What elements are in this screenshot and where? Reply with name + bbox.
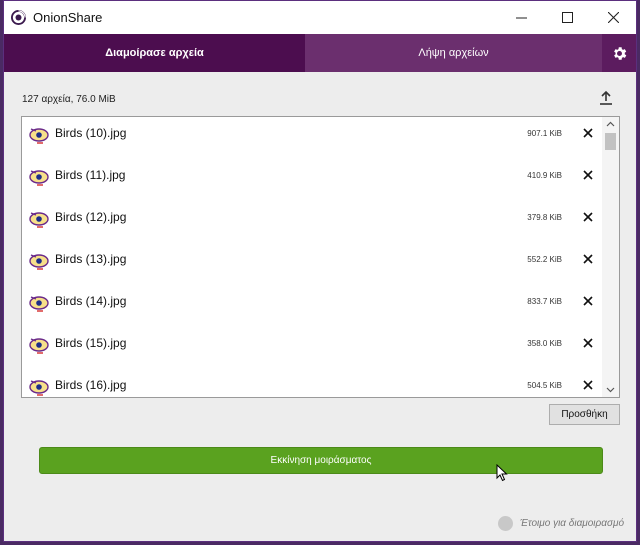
file-row[interactable]: Birds (15).jpg 358.0 KiB: [22, 327, 602, 369]
file-name: Birds (10).jpg: [55, 126, 127, 140]
gear-icon: [613, 46, 626, 60]
file-size: 907.1 KiB: [527, 129, 562, 138]
file-name: Birds (11).jpg: [55, 168, 126, 182]
close-icon[interactable]: [581, 252, 595, 266]
image-file-icon: [29, 338, 49, 354]
minimize-button[interactable]: [498, 1, 544, 34]
close-icon[interactable]: [581, 378, 595, 392]
image-file-icon: [29, 128, 49, 144]
file-row[interactable]: Birds (12).jpg 379.8 KiB: [22, 201, 602, 243]
start-sharing-button[interactable]: Εκκίνηση μοιράσματος: [39, 447, 603, 474]
file-name: Birds (16).jpg: [55, 378, 127, 392]
scroll-up-button[interactable]: [602, 117, 619, 131]
maximize-icon: [561, 12, 573, 23]
file-list[interactable]: Birds (10).jpg 907.1 KiB Birds (11).jpg …: [21, 116, 620, 398]
file-name: Birds (13).jpg: [55, 252, 127, 266]
minimize-icon: [515, 17, 527, 19]
mode-tab-bar: Διαμοίρασε αρχεία Λήψη αρχείων: [4, 34, 636, 72]
file-name: Birds (14).jpg: [55, 294, 127, 308]
image-file-icon: [29, 380, 49, 396]
image-file-icon: [29, 212, 49, 228]
mouse-cursor-icon: [496, 464, 508, 482]
image-file-icon: [29, 170, 49, 186]
status-indicator: [498, 516, 513, 531]
settings-button[interactable]: [602, 34, 636, 72]
tab-share-files[interactable]: Διαμοίρασε αρχεία: [4, 34, 305, 72]
file-row[interactable]: Birds (16).jpg 504.5 KiB: [22, 369, 602, 397]
upload-icon[interactable]: [598, 90, 614, 106]
file-name: Birds (15).jpg: [55, 336, 127, 350]
file-row[interactable]: Birds (11).jpg 410.9 KiB: [22, 159, 602, 201]
close-icon[interactable]: [581, 126, 595, 140]
close-icon[interactable]: [581, 168, 595, 182]
image-file-icon: [29, 296, 49, 312]
file-row[interactable]: Birds (13).jpg 552.2 KiB: [22, 243, 602, 285]
chevron-down-icon: [606, 387, 615, 393]
file-size: 552.2 KiB: [527, 255, 562, 264]
close-icon[interactable]: [581, 336, 595, 350]
file-size: 379.8 KiB: [527, 213, 562, 222]
file-size: 504.5 KiB: [527, 381, 562, 390]
close-icon: [607, 12, 619, 23]
scroll-thumb[interactable]: [605, 133, 616, 150]
close-icon[interactable]: [581, 294, 595, 308]
maximize-button[interactable]: [544, 1, 590, 34]
app-window: OnionShare Διαμοίρασε αρχεία Λήψη αρχείω…: [3, 0, 637, 542]
close-window-button[interactable]: [590, 1, 636, 34]
status-text: Έτοιμο για διαμοιρασμό: [520, 518, 625, 529]
file-size: 358.0 KiB: [527, 339, 562, 348]
image-file-icon: [29, 254, 49, 270]
onionshare-logo-icon: [11, 10, 26, 25]
window-title: OnionShare: [33, 10, 103, 25]
tab-receive-files[interactable]: Λήψη αρχείων: [305, 34, 602, 72]
file-row[interactable]: Birds (10).jpg 907.1 KiB: [22, 117, 602, 159]
file-list-scrollbar[interactable]: [602, 117, 619, 397]
chevron-up-icon: [606, 121, 615, 127]
close-icon[interactable]: [581, 210, 595, 224]
title-bar: OnionShare: [4, 1, 636, 34]
scroll-down-button[interactable]: [602, 383, 619, 397]
files-summary: 127 αρχεία, 76.0 MiB: [22, 94, 116, 105]
file-row[interactable]: Birds (14).jpg 833.7 KiB: [22, 285, 602, 327]
file-name: Birds (12).jpg: [55, 210, 127, 224]
add-files-button[interactable]: Προσθήκη: [549, 404, 620, 425]
file-size: 833.7 KiB: [527, 297, 562, 306]
file-size: 410.9 KiB: [527, 171, 562, 180]
